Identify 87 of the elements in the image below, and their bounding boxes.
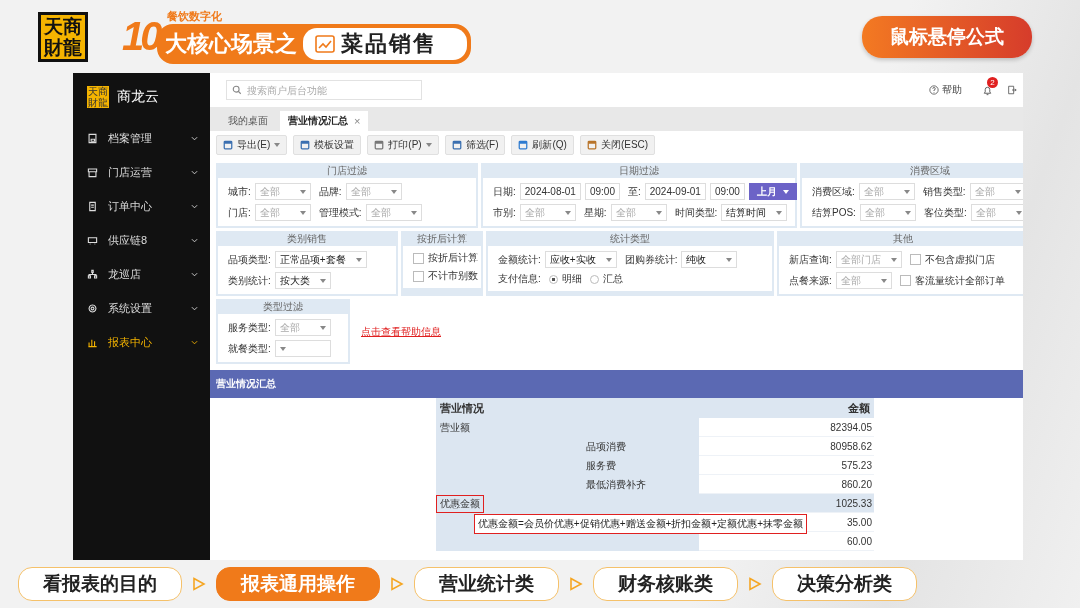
field-label: 就餐类型: bbox=[228, 341, 271, 356]
toolbar-button[interactable]: 导出(E) bbox=[216, 135, 288, 155]
highlight-frame: 营业额 bbox=[440, 420, 470, 435]
subtitle: 餐饮数字化 bbox=[166, 9, 223, 24]
dropdown-field[interactable]: 正常品项+套餐 bbox=[274, 251, 367, 268]
field-label: 结算POS: bbox=[812, 205, 856, 220]
panel-title: 消费区域 bbox=[909, 164, 951, 178]
input-field[interactable]: 2024-08-01 bbox=[519, 183, 581, 200]
field-label: 管理模式: bbox=[318, 205, 362, 220]
topic-title: 菜品销售 bbox=[340, 30, 437, 58]
search-field[interactable]: 搜索商户后台功能 bbox=[226, 80, 422, 100]
help-button[interactable]: 帮助 bbox=[923, 82, 968, 98]
field-label: 门店: bbox=[228, 205, 251, 220]
step-tab[interactable]: 营业统计类 bbox=[414, 567, 559, 601]
panel-title: 按折后计算 bbox=[416, 232, 468, 246]
field-label: 类别统计: bbox=[228, 273, 271, 288]
table-cell: 品项消费 bbox=[586, 437, 699, 456]
panel-title: 类别销售 bbox=[286, 232, 328, 246]
field-label: 品牌: bbox=[318, 184, 342, 199]
field-label: 客位类型: bbox=[923, 205, 967, 220]
highlight-frame: 优惠金额 bbox=[436, 494, 484, 513]
field-label: 支付信息: bbox=[498, 272, 541, 286]
sidebar-item[interactable]: 报表中心 bbox=[73, 325, 210, 359]
help-link[interactable]: 点击查看帮助信息 bbox=[361, 324, 441, 339]
panel-title: 统计类型 bbox=[609, 232, 651, 246]
field-label: 销售类型: bbox=[922, 184, 966, 199]
checkbox-label: 不包含虚拟门店 bbox=[924, 252, 995, 267]
field-label: 至: bbox=[627, 184, 641, 199]
table-cell: 1025.33 bbox=[799, 494, 874, 513]
sidebar-item[interactable]: 订单中心 bbox=[73, 189, 210, 223]
hover-formula-button[interactable]: 鼠标悬停公式 bbox=[862, 15, 1032, 58]
toolbar-button[interactable]: 筛选(F) bbox=[444, 135, 506, 155]
toolbar-button[interactable]: 关闭(ESC) bbox=[579, 135, 656, 155]
toolbar-button[interactable]: 刷新(Q) bbox=[511, 135, 574, 155]
panel-title: 其他 bbox=[892, 232, 914, 246]
tab[interactable]: 营业情况汇总 × bbox=[280, 111, 369, 131]
field-label: 点餐来源: bbox=[789, 273, 832, 288]
field-label: 市别: bbox=[493, 205, 516, 220]
month-button[interactable]: 上月 bbox=[748, 183, 797, 200]
field-label: 金额统计: bbox=[498, 252, 541, 267]
input-field[interactable]: 2024-09-01 bbox=[644, 183, 706, 200]
panel-title: 门店过滤 bbox=[326, 164, 368, 178]
sidebar-item[interactable]: 档案管理 bbox=[73, 121, 210, 155]
table-cell: 最低消费补齐 bbox=[586, 475, 699, 494]
sidebar-item[interactable]: 龙巡店 bbox=[73, 257, 210, 291]
column-header: 营业情况 bbox=[440, 400, 484, 416]
logo: 天商財龍 bbox=[38, 11, 88, 62]
panel-title: 类型过滤 bbox=[262, 300, 304, 314]
tab[interactable]: 我的桌面 bbox=[220, 111, 276, 131]
step-tab[interactable]: 财务核账类 bbox=[593, 567, 738, 601]
input-field[interactable]: 09:00 bbox=[709, 183, 745, 200]
radio-label: 明细 bbox=[561, 272, 582, 286]
panel-title: 日期过滤 bbox=[618, 164, 660, 178]
dropdown-field[interactable]: 按大类 bbox=[274, 272, 331, 289]
radio-label: 汇总 bbox=[602, 272, 623, 286]
toolbar-button[interactable]: 模板设置 bbox=[293, 135, 362, 155]
dropdown-field[interactable]: 应收+实收 bbox=[544, 251, 617, 268]
field-label: 服务类型: bbox=[228, 320, 271, 335]
field-label: 品项类型: bbox=[228, 252, 271, 267]
column-header: 金额 bbox=[848, 400, 870, 416]
close-icon[interactable]: × bbox=[354, 115, 361, 127]
table-cell: 服务费 bbox=[586, 456, 699, 475]
field-label: 时间类型: bbox=[674, 205, 718, 220]
sidebar-item[interactable]: 供应链8 bbox=[73, 223, 210, 257]
dropdown-field[interactable]: 结算时间 bbox=[721, 204, 788, 221]
field-label: 新店查询: bbox=[789, 252, 832, 267]
notification-badge: 2 bbox=[987, 76, 998, 88]
sidebar-item[interactable]: 系统设置 bbox=[73, 291, 210, 325]
field-label: 团购券统计: bbox=[624, 252, 678, 267]
checkbox-label: 按折后计算 bbox=[428, 251, 478, 265]
field-label: 城市: bbox=[228, 184, 251, 199]
dropdown-field[interactable]: 纯收 bbox=[681, 251, 738, 268]
checkbox-label: 客流量统计全部订单 bbox=[914, 273, 1005, 288]
step-tab[interactable]: 决策分析类 bbox=[772, 567, 917, 601]
toolbar-button[interactable]: 打印(P) bbox=[367, 135, 439, 155]
number-title: 10 bbox=[122, 14, 159, 59]
step-tab[interactable]: 看报表的目的 bbox=[18, 567, 182, 601]
report-title-bar: 营业情况汇总 bbox=[210, 370, 1023, 398]
checkbox-label: 不计市别数 bbox=[428, 269, 478, 283]
field-label: 星期: bbox=[583, 205, 607, 220]
input-field[interactable]: 09:00 bbox=[584, 183, 620, 200]
tagline: 大核心场景之 bbox=[164, 30, 297, 58]
field-label: 消费区域: bbox=[812, 184, 855, 199]
sidebar-item[interactable]: 门店运营 bbox=[73, 155, 210, 189]
brand-name: 商龙云 bbox=[117, 88, 159, 106]
logo: 天商財龍 bbox=[87, 86, 109, 108]
field-label: 日期: bbox=[493, 184, 516, 199]
